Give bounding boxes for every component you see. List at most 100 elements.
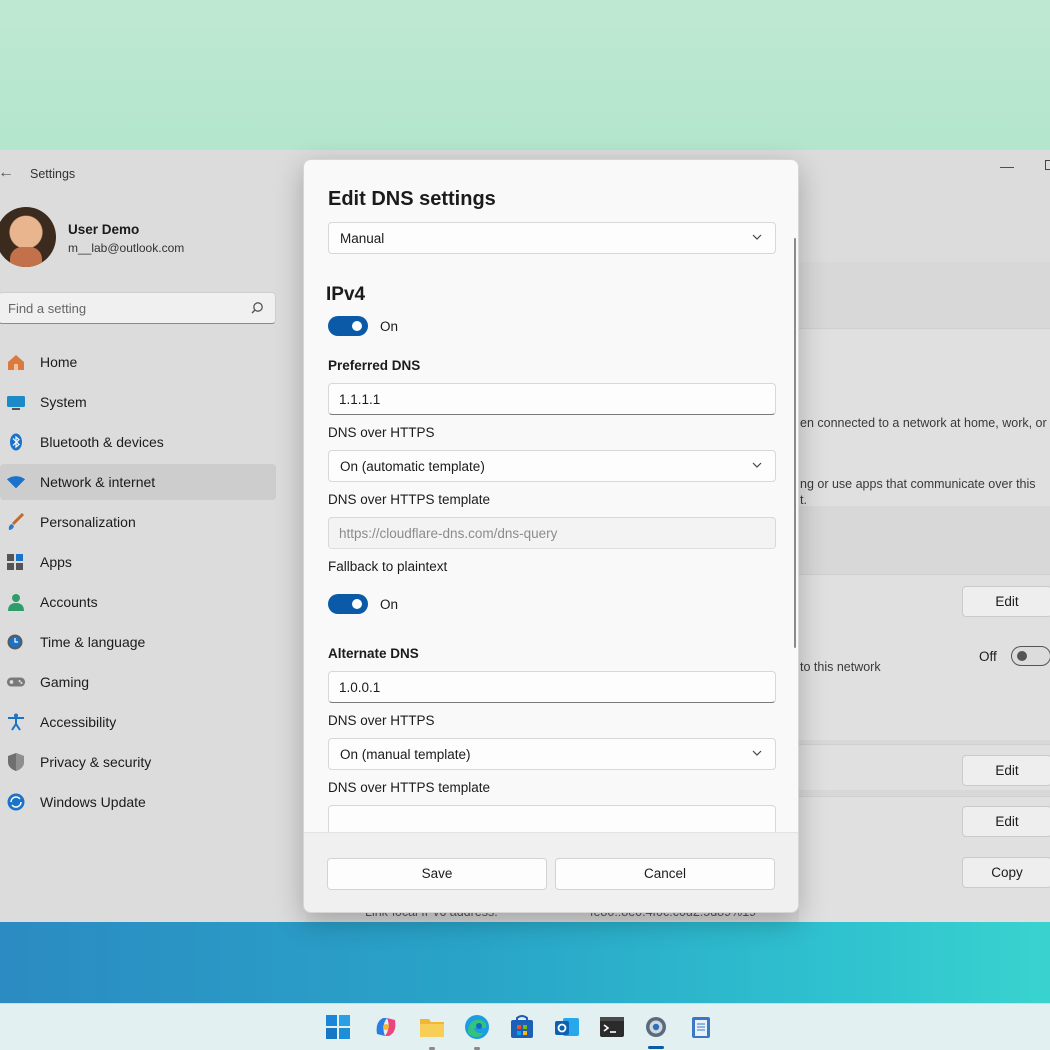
minimize-icon[interactable]: — bbox=[1000, 158, 1014, 174]
sidebar-item-apps[interactable]: Apps bbox=[0, 544, 276, 580]
sidebar-item-system[interactable]: System bbox=[0, 384, 276, 420]
shield-icon bbox=[6, 753, 26, 771]
sidebar-item-label: Network & internet bbox=[40, 474, 156, 490]
fallback-toggle-label: On bbox=[380, 597, 399, 612]
sidebar-item-windows-update[interactable]: Windows Update bbox=[0, 784, 276, 820]
settings-icon[interactable] bbox=[643, 1014, 669, 1040]
toggle-off-label: Off bbox=[979, 649, 997, 664]
desktop-wallpaper bbox=[0, 920, 1050, 1005]
system-icon bbox=[6, 393, 26, 411]
dialog-title: Edit DNS settings bbox=[328, 188, 496, 210]
sidebar-item-label: Windows Update bbox=[40, 794, 146, 810]
sidebar-item-bluetooth[interactable]: Bluetooth & devices bbox=[0, 424, 276, 460]
user-profile[interactable]: User Demo m__lab@outlook.com bbox=[0, 207, 280, 269]
sidebar-item-label: Apps bbox=[40, 554, 72, 570]
sidebar-nav: Home System Bluetooth & devices Network … bbox=[0, 344, 278, 824]
sidebar-item-privacy-security[interactable]: Privacy & security bbox=[0, 744, 276, 780]
app-title: Settings bbox=[30, 167, 76, 181]
file-explorer-icon[interactable] bbox=[419, 1014, 445, 1040]
notepad-icon[interactable] bbox=[688, 1014, 714, 1040]
sidebar-item-time-language[interactable]: Time & language bbox=[0, 624, 276, 660]
doh-select[interactable]: On (automatic template) bbox=[328, 450, 776, 482]
terminal-icon[interactable] bbox=[599, 1014, 625, 1040]
active-app-indicator bbox=[648, 1046, 664, 1049]
sidebar-item-network[interactable]: Network & internet bbox=[0, 464, 276, 500]
alternate-dns-input[interactable]: 1.0.0.1 bbox=[328, 671, 776, 703]
ipv4-toggle-label: On bbox=[380, 319, 399, 334]
preferred-dns-label: Preferred DNS bbox=[328, 358, 421, 373]
chevron-down-icon bbox=[752, 462, 762, 468]
bluetooth-icon bbox=[6, 433, 26, 451]
wifi-icon bbox=[6, 473, 26, 491]
back-arrow-icon[interactable]: ← bbox=[0, 164, 14, 182]
preferred-dns-input[interactable]: 1.1.1.1 bbox=[328, 383, 776, 415]
copilot-icon[interactable] bbox=[373, 1014, 399, 1040]
gamepad-icon bbox=[6, 673, 26, 691]
search-icon bbox=[251, 302, 263, 314]
clock-icon bbox=[6, 633, 26, 651]
edit-dns-dialog: Edit DNS settings Manual IPv4 On Preferr… bbox=[303, 159, 799, 913]
ipv4-title: IPv4 bbox=[326, 284, 366, 305]
sidebar-item-label: Privacy & security bbox=[40, 754, 152, 770]
doh-template-label: DNS over HTTPS template bbox=[328, 492, 491, 507]
edit-button[interactable]: Edit bbox=[962, 755, 1050, 786]
select-value: Manual bbox=[340, 231, 385, 246]
background-text: ng or use apps that communicate over thi… bbox=[800, 477, 1036, 491]
sidebar-item-label: Personalization bbox=[40, 514, 136, 530]
dns-mode-select[interactable]: Manual bbox=[328, 222, 776, 254]
search-input[interactable]: Find a setting bbox=[0, 292, 276, 324]
background-text: t. bbox=[800, 493, 807, 507]
input-value: 1.0.0.1 bbox=[339, 680, 381, 695]
sidebar-item-accessibility[interactable]: Accessibility bbox=[0, 704, 276, 740]
copy-button[interactable]: Copy bbox=[962, 857, 1050, 888]
sidebar-item-home[interactable]: Home bbox=[0, 344, 276, 380]
ipv4-toggle[interactable] bbox=[328, 316, 368, 336]
doh-template-input[interactable] bbox=[328, 805, 776, 832]
input-value: 1.1.1.1 bbox=[339, 392, 381, 407]
cancel-button[interactable]: Cancel bbox=[555, 858, 775, 890]
apps-icon bbox=[6, 553, 26, 571]
doh-template-input: https://cloudflare-dns.com/dns-query bbox=[328, 517, 776, 549]
sidebar-item-label: Accounts bbox=[40, 594, 98, 610]
edge-icon[interactable] bbox=[464, 1014, 490, 1040]
sidebar-item-gaming[interactable]: Gaming bbox=[0, 664, 276, 700]
dialog-scrollbar[interactable] bbox=[794, 238, 796, 648]
dialog-footer: Save Cancel bbox=[304, 832, 798, 912]
select-value: On (automatic template) bbox=[340, 459, 485, 474]
doh-label: DNS over HTTPS bbox=[328, 425, 435, 440]
chevron-down-icon bbox=[752, 234, 762, 240]
avatar bbox=[0, 207, 56, 267]
sidebar-item-label: Time & language bbox=[40, 634, 146, 650]
doh-select[interactable]: On (manual template) bbox=[328, 738, 776, 770]
doh-template-label: DNS over HTTPS template bbox=[328, 780, 491, 795]
update-icon bbox=[6, 793, 26, 811]
sidebar-item-label: Bluetooth & devices bbox=[40, 434, 164, 450]
outlook-icon[interactable] bbox=[554, 1014, 580, 1040]
start-icon[interactable] bbox=[325, 1014, 351, 1040]
taskbar bbox=[0, 1003, 1050, 1050]
sidebar-item-label: Home bbox=[40, 354, 78, 370]
alternate-dns-label: Alternate DNS bbox=[328, 646, 419, 661]
dialog-scroll-area: Manual IPv4 On Preferred DNS 1.1.1.1 DNS… bbox=[304, 222, 798, 832]
network-toggle[interactable] bbox=[1011, 646, 1050, 666]
maximize-icon[interactable] bbox=[1045, 160, 1050, 170]
search-placeholder: Find a setting bbox=[8, 301, 87, 316]
home-icon bbox=[6, 353, 26, 371]
fallback-toggle[interactable] bbox=[328, 594, 368, 614]
sidebar-item-accounts[interactable]: Accounts bbox=[0, 584, 276, 620]
background-text: to this network bbox=[800, 660, 881, 674]
edit-button[interactable]: Edit bbox=[962, 806, 1050, 837]
chevron-down-icon bbox=[752, 750, 762, 756]
user-name: User Demo bbox=[68, 222, 140, 237]
select-value: On (manual template) bbox=[340, 747, 471, 762]
brush-icon bbox=[6, 513, 26, 531]
save-button[interactable]: Save bbox=[327, 858, 547, 890]
sidebar-item-label: Gaming bbox=[40, 674, 90, 690]
edit-button[interactable]: Edit bbox=[962, 586, 1050, 617]
sidebar-item-label: Accessibility bbox=[40, 714, 117, 730]
doh-label: DNS over HTTPS bbox=[328, 713, 435, 728]
accounts-icon bbox=[6, 593, 26, 611]
sidebar-item-personalization[interactable]: Personalization bbox=[0, 504, 276, 540]
store-icon[interactable] bbox=[509, 1014, 535, 1040]
background-text: en connected to a network at home, work,… bbox=[800, 416, 1047, 430]
